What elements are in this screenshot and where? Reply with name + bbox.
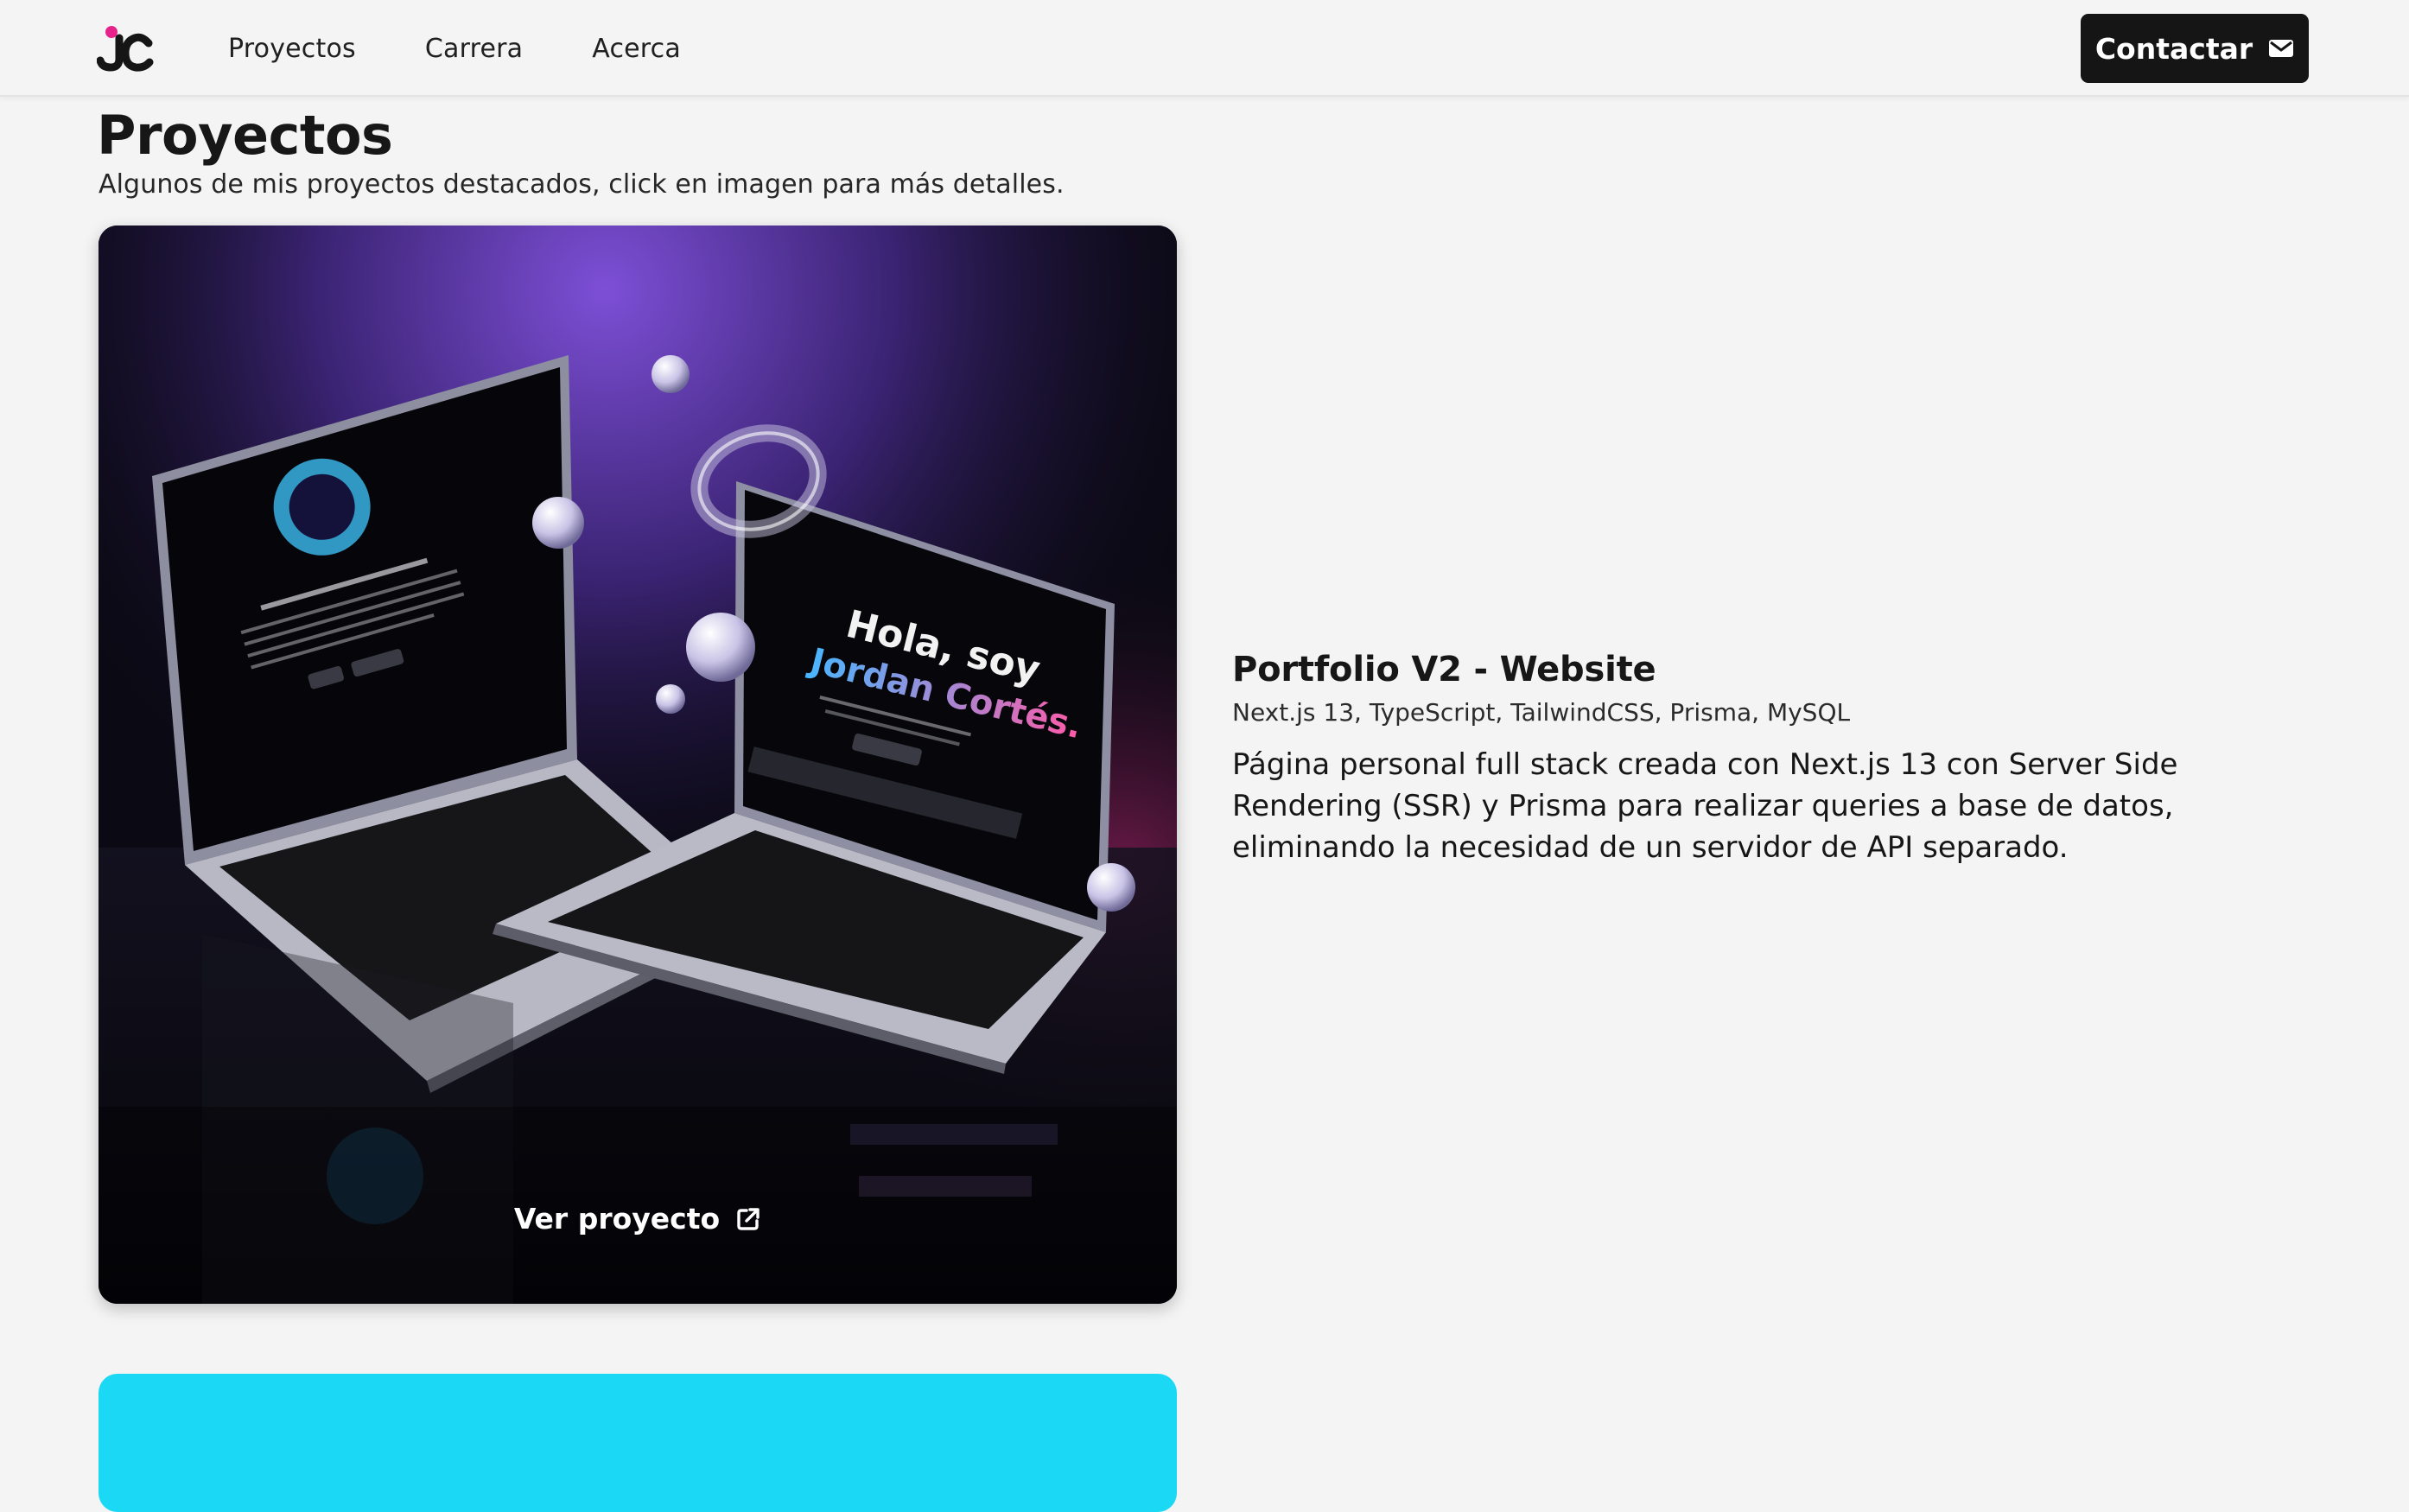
top-navbar: Proyectos Carrera Acerca Contactar [0, 0, 2409, 97]
site-logo[interactable] [97, 24, 154, 73]
project-description: Página personal full stack creada con Ne… [1232, 747, 2178, 865]
main-nav: Proyectos Carrera Acerca [228, 0, 750, 97]
view-project-label: Ver proyecto [513, 1202, 721, 1236]
project-tech-stack: Next.js 13, TypeScript, TailwindCSS, Pri… [1232, 698, 1851, 727]
project-title: Portfolio V2 - Website [1232, 650, 1656, 689]
project-preview-image: Hola, soy Jordan Cortés. [99, 226, 1177, 1304]
nav-link-proyectos[interactable]: Proyectos [228, 34, 356, 64]
view-project-link[interactable]: Ver proyecto [99, 1202, 1177, 1236]
page-title: Proyectos [97, 104, 393, 167]
next-project-image-card[interactable] [99, 1374, 1177, 1512]
contact-button[interactable]: Contactar [2081, 14, 2309, 83]
nav-link-carrera[interactable]: Carrera [425, 34, 523, 64]
logo-accent-dot [105, 26, 118, 38]
envelope-icon [2269, 40, 2294, 57]
contact-button-label: Contactar [2094, 31, 2253, 66]
project-image-card[interactable]: Hola, soy Jordan Cortés. Ver proyecto [99, 226, 1177, 1304]
page-subtitle: Algunos de mis proyectos destacados, cli… [99, 169, 1065, 200]
external-link-icon [737, 1207, 760, 1230]
project-info: Portfolio V2 - Website Next.js 13, TypeS… [1232, 650, 2286, 868]
nav-link-acerca[interactable]: Acerca [592, 34, 681, 64]
